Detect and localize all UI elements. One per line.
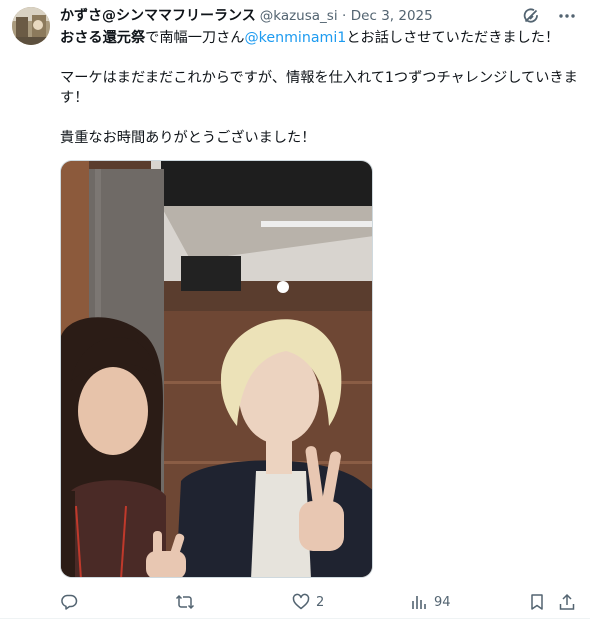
author-display-name[interactable]: かずさ@シンママフリーランス [60, 8, 256, 24]
repost-icon [175, 593, 195, 611]
tweet-photo[interactable] [60, 160, 373, 578]
share-button[interactable] [558, 592, 576, 612]
author-handle[interactable]: @kazusa_si [260, 8, 338, 24]
tweet-paragraph-3: 貴重なお時間ありがとうございました！ [60, 130, 316, 146]
views-button[interactable]: 94 [410, 592, 451, 612]
bookmark-button[interactable] [528, 592, 546, 612]
mention-link[interactable]: @kenminami1 [244, 30, 346, 46]
text-fragment: とお話しさせていただきました！ [346, 30, 560, 46]
reply-icon [60, 593, 78, 611]
repost-button[interactable] [175, 592, 201, 612]
views-count: 94 [434, 594, 451, 610]
tweet-actions: 2 94 [60, 592, 578, 612]
tweet-paragraph-2: マーケはまだまだこれからですが、情報を仕入れて1つずつチャレンジしていきます！ [60, 70, 578, 106]
reply-button[interactable] [60, 592, 84, 612]
like-button[interactable]: 2 [292, 592, 324, 612]
text-fragment: で南幅一刀さん [145, 30, 245, 46]
event-name: おさる還元祭 [60, 30, 146, 46]
post-date[interactable]: Dec 3, 2025 [351, 8, 433, 24]
heart-icon [292, 593, 310, 611]
more-icon[interactable] [556, 5, 578, 27]
share-icon [558, 593, 576, 611]
tweet-header: かずさ@シンママフリーランス @kazusa_si · Dec 3, 2025 [60, 6, 433, 26]
tweet-top-actions [520, 5, 578, 27]
like-count: 2 [316, 594, 325, 610]
separator-dot: · [342, 8, 347, 24]
tweet-line-1: おさる還元祭で南幅一刀さん@kenminami1とお話しさせていただきました！ [60, 28, 580, 48]
views-icon [410, 593, 428, 611]
tweet[interactable]: かずさ@シンママフリーランス @kazusa_si · Dec 3, 2025 お… [0, 0, 590, 619]
bookmark-icon [528, 593, 546, 611]
grok-icon[interactable] [520, 5, 542, 27]
avatar[interactable] [12, 7, 50, 45]
tweet-text: おさる還元祭で南幅一刀さん@kenminami1とお話しさせていただきました！ … [60, 28, 580, 148]
